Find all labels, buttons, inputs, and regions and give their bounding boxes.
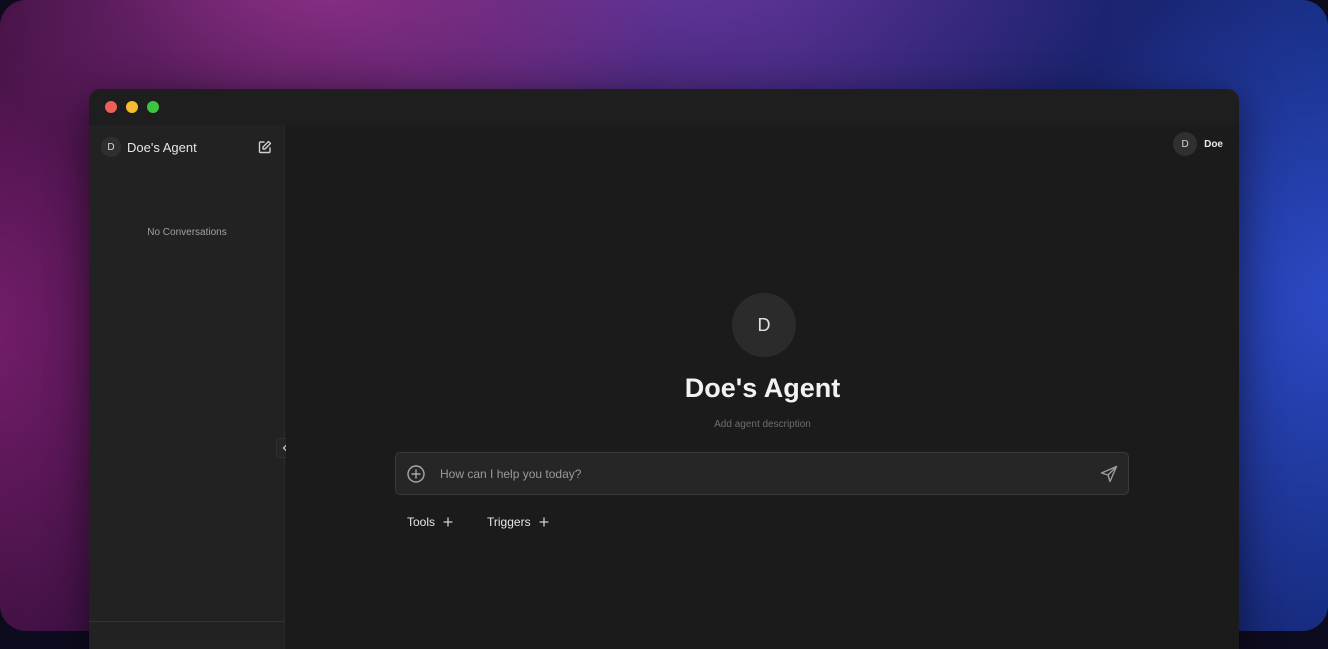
tools-button[interactable]: Tools <box>407 515 453 529</box>
triggers-label: Triggers <box>487 515 531 529</box>
sidebar: D Doe's Agent No Conversations <box>89 125 285 649</box>
no-conversations-text: No Conversations <box>147 227 227 238</box>
agent-title: Doe's Agent <box>684 373 841 403</box>
app-window: D Doe's Agent No Conversations D Doe D D… <box>89 89 1239 649</box>
sidebar-agent-header[interactable]: D Doe's Agent <box>101 137 197 157</box>
minimize-window-button[interactable] <box>126 101 138 113</box>
sidebar-divider <box>89 621 285 622</box>
edit-icon[interactable] <box>257 139 273 155</box>
user-menu[interactable]: D Doe <box>1173 132 1223 156</box>
tools-label: Tools <box>407 515 436 529</box>
agent-avatar: D <box>101 137 121 157</box>
plus-icon <box>538 517 549 527</box>
sidebar-agent-name: Doe's Agent <box>127 139 197 155</box>
plus-circle-icon[interactable] <box>406 464 426 484</box>
title-bar <box>89 89 1239 125</box>
maximize-window-button[interactable] <box>147 101 159 113</box>
user-avatar: D <box>1173 132 1198 156</box>
main-panel: D Doe D Doe's Agent Add agent descriptio… <box>286 125 1239 649</box>
user-name: Doe <box>1204 138 1223 150</box>
add-agent-description[interactable]: Add agent description <box>286 419 1239 430</box>
agent-large-avatar: D <box>732 293 796 357</box>
chat-composer <box>395 452 1129 495</box>
plus-icon <box>443 517 453 527</box>
close-window-button[interactable] <box>105 101 117 113</box>
chat-input[interactable] <box>440 464 1080 484</box>
triggers-button[interactable]: Triggers <box>487 515 549 529</box>
send-icon[interactable] <box>1099 464 1119 484</box>
